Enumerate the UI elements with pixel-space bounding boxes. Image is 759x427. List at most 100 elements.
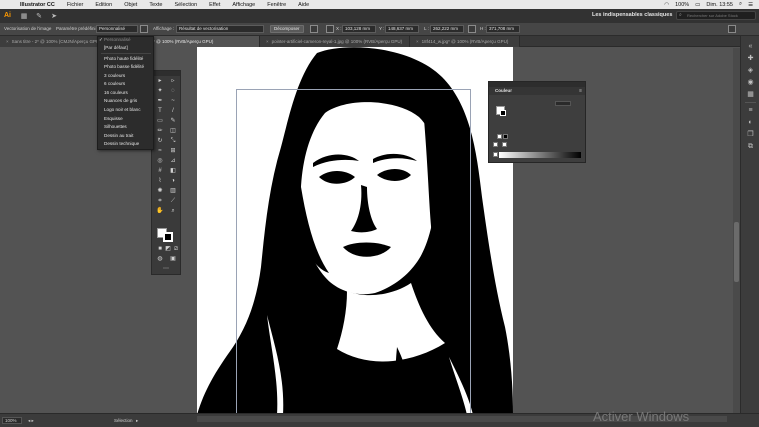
preset-option-photo-basse[interactable]: Photo basse fidélité — [104, 64, 144, 69]
vertical-scrollbar-thumb[interactable] — [734, 222, 739, 282]
layers-panel-icon[interactable]: ❐ — [746, 130, 755, 139]
preset-option-nuances-gris[interactable]: Nuances de gris — [104, 98, 137, 103]
link-proportions-icon[interactable] — [468, 25, 476, 33]
menu-affichage[interactable]: Affichage — [226, 2, 261, 8]
properties-panel-icon[interactable]: ✚ — [746, 54, 755, 63]
close-icon[interactable]: × — [6, 39, 9, 44]
battery-label[interactable]: 100% — [675, 2, 689, 8]
zoom-select[interactable]: 100% — [2, 417, 22, 424]
affichage-select[interactable]: Résultat de vectorisation — [176, 25, 264, 33]
preset-option-dessin-technique[interactable]: Dessin technique — [104, 141, 139, 146]
tracing-panel-icon[interactable] — [140, 25, 148, 33]
traced-portrait-artwork[interactable] — [197, 47, 513, 415]
decompose-button[interactable]: Décomposer — [270, 25, 304, 33]
screen-mode-icon[interactable]: ▣ — [168, 255, 178, 264]
menu-selection[interactable]: Sélection — [169, 2, 204, 8]
more-options-icon[interactable] — [728, 25, 736, 33]
l-field[interactable]: 262,222 mm — [430, 25, 464, 33]
line-tool-icon[interactable]: / — [168, 107, 178, 116]
panel-stroke-swatch[interactable] — [500, 110, 506, 116]
none-swatch[interactable] — [493, 142, 498, 147]
menu-aide[interactable]: Aide — [292, 2, 315, 8]
gradient-tool-icon[interactable]: ◧ — [168, 167, 178, 176]
preset-option-3-couleurs[interactable]: 3 couleurs — [104, 73, 125, 78]
send-icon[interactable]: ➤ — [49, 12, 59, 21]
white-swatch[interactable] — [497, 134, 502, 139]
reference-point-icon[interactable] — [326, 25, 334, 33]
y-field[interactable]: 148,637 mm — [385, 25, 419, 33]
eyedropper-tool-icon[interactable]: ⌇ — [155, 177, 165, 186]
hand-tool-icon[interactable]: ✋ — [155, 207, 165, 216]
free-transform-tool-icon[interactable]: ⊞ — [168, 147, 178, 156]
preset-option-dessin-trait[interactable]: Dessin au trait — [104, 133, 133, 138]
white-swatch-2[interactable] — [502, 142, 507, 147]
collapse-dock-icon[interactable]: « — [746, 42, 755, 51]
close-icon[interactable]: × — [416, 39, 419, 44]
stroke-panel-icon[interactable]: ≡ — [746, 106, 755, 115]
rotate-tool-icon[interactable]: ↻ — [155, 137, 165, 146]
stroke-swatch[interactable] — [163, 232, 173, 242]
color-value-field[interactable] — [555, 101, 571, 106]
battery-icon[interactable]: ▭ — [695, 2, 700, 8]
width-tool-icon[interactable]: ≈ — [155, 147, 165, 156]
workspace-switcher[interactable]: Les indispensables classiques — [592, 12, 672, 18]
artboards-panel-icon[interactable]: ⧉ — [746, 142, 755, 151]
menu-edition[interactable]: Edition — [89, 2, 118, 8]
align-icon[interactable] — [310, 25, 318, 33]
stock-search-input[interactable]: ⌕ Rechercher sur Adobe Stock — [676, 11, 756, 20]
vertical-scrollbar[interactable] — [733, 48, 740, 413]
tab-pointer-artificiel[interactable]: × pointer-artificiel-cameron-reyal-1.jpg … — [260, 36, 410, 47]
artboard-tool-icon[interactable]: ⌗ — [155, 197, 165, 206]
magic-wand-tool-icon[interactable]: ✦ — [155, 87, 165, 96]
preset-option-esquisse[interactable]: Esquisse — [104, 116, 123, 121]
menu-texte[interactable]: Texte — [143, 2, 168, 8]
preset-option-photo-haute[interactable]: Photo haute fidélité — [104, 56, 143, 61]
menu-effet[interactable]: Effet — [203, 2, 226, 8]
menu-objet[interactable]: Objet — [118, 2, 143, 8]
menu-fenetre[interactable]: Fenêtre — [261, 2, 292, 8]
panel-menu-icon[interactable]: ≡ — [579, 88, 582, 94]
gradient-panel-icon[interactable]: ◐ — [746, 118, 755, 127]
current-tool-label[interactable]: Sélection — [114, 418, 133, 423]
edit-toolbar-icon[interactable]: ⋯ — [161, 265, 171, 274]
shape-builder-tool-icon[interactable]: ◎ — [155, 157, 165, 166]
symbol-sprayer-tool-icon[interactable]: ✺ — [155, 187, 165, 196]
wifi-icon[interactable]: ◠ — [664, 2, 669, 8]
artboard[interactable] — [197, 47, 513, 415]
lasso-tool-icon[interactable]: ◌ — [168, 87, 178, 96]
document-arrange-icon[interactable]: ▦ — [19, 12, 29, 21]
clock[interactable]: Dim. 13:55 — [706, 2, 733, 8]
preset-option-logo-noir-blanc[interactable]: Logo noir et blanc — [104, 107, 141, 112]
none-mode-icon[interactable]: ⧄ — [171, 245, 181, 254]
status-menu-icon[interactable]: ▸ — [136, 418, 138, 424]
preset-option-6-couleurs[interactable]: 6 couleurs — [104, 81, 125, 86]
color-panel-icon[interactable]: ◉ — [746, 78, 755, 87]
mesh-tool-icon[interactable]: # — [155, 167, 165, 176]
notification-center-icon[interactable]: ☰ — [748, 2, 753, 8]
swatches-panel-icon[interactable]: ▦ — [746, 90, 755, 99]
spotlight-icon[interactable]: ⌕ — [739, 1, 742, 8]
scale-tool-icon[interactable]: ⤡ — [168, 137, 178, 146]
preset-option-par-defaut[interactable]: [Par défaut] — [104, 45, 128, 50]
draw-mode-icon[interactable]: ◍ — [155, 255, 165, 264]
couleur-panel-title[interactable]: Couleur — [495, 88, 512, 93]
curvature-tool-icon[interactable]: ~ — [168, 97, 178, 106]
type-tool-icon[interactable]: T — [155, 107, 165, 116]
pencil-tool-icon[interactable]: ✏ — [155, 127, 165, 136]
x-field[interactable]: 103,128 mm — [342, 25, 376, 33]
selection-tool-icon[interactable]: ▸ — [155, 77, 165, 86]
eraser-tool-icon[interactable]: ◫ — [168, 127, 178, 136]
libraries-panel-icon[interactable]: ◈ — [746, 66, 755, 75]
close-icon[interactable]: × — [266, 39, 269, 44]
ramp-white-end[interactable] — [493, 152, 498, 157]
menu-fichier[interactable]: Fichier — [61, 2, 90, 8]
tools-panel-header[interactable] — [152, 71, 180, 76]
paintbrush-tool-icon[interactable]: ✎ — [168, 117, 178, 126]
h-field[interactable]: 371,708 mm — [486, 25, 520, 33]
pen-tool-icon[interactable]: ✒ — [155, 97, 165, 106]
artboard-nav-icon[interactable]: ◂ ▸ — [28, 418, 34, 424]
tab-18f414[interactable]: × 18f414_w.jpg* @ 100% (RVB/Aperçu GPU) — [410, 36, 520, 47]
slice-tool-icon[interactable]: ⟋ — [168, 197, 178, 206]
color-ramp[interactable] — [499, 152, 581, 158]
column-graph-tool-icon[interactable]: ▥ — [168, 187, 178, 196]
